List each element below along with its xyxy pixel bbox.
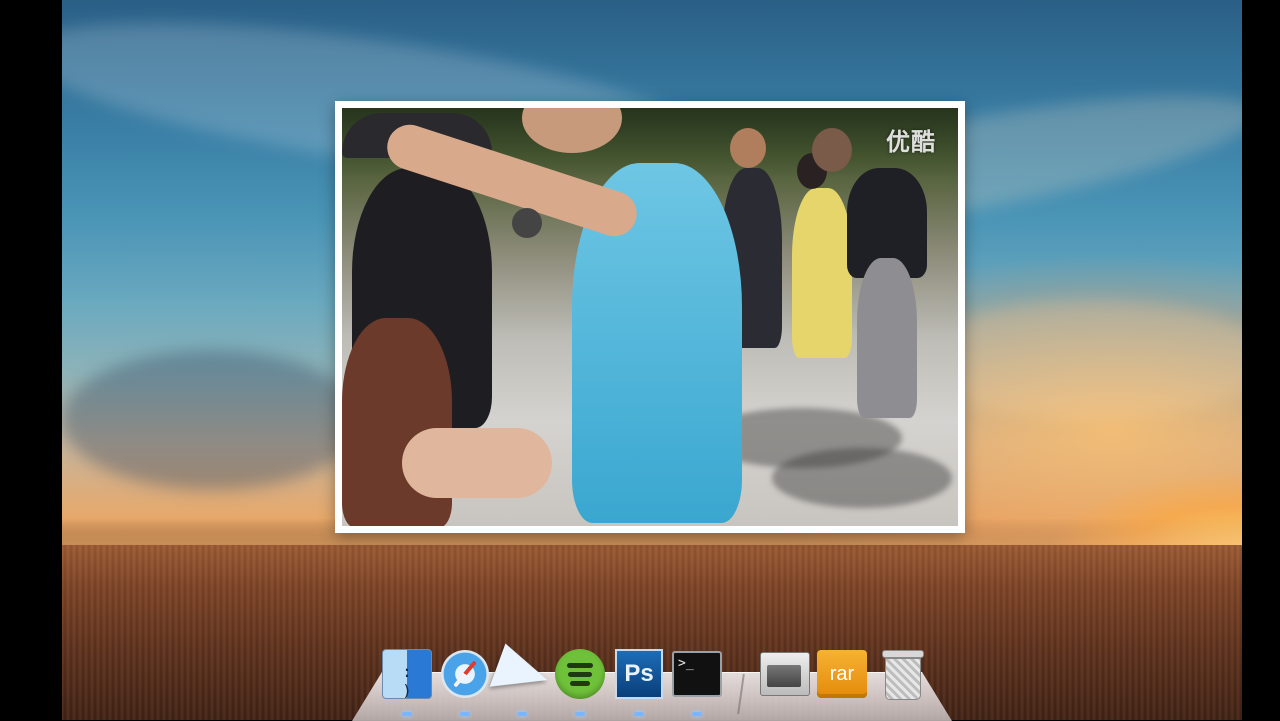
ground-shadow bbox=[772, 448, 952, 508]
dock-item-image-capture[interactable] bbox=[760, 648, 810, 700]
running-indicator bbox=[460, 712, 470, 716]
dock-item-safari[interactable] bbox=[440, 648, 490, 700]
dock-item-finder[interactable]: : ) bbox=[382, 648, 432, 700]
dock-item-photoshop[interactable]: Ps bbox=[614, 648, 664, 700]
paper-plane-icon bbox=[489, 643, 555, 705]
scanner-tray-icon bbox=[760, 652, 810, 696]
rar-icon: rar bbox=[817, 650, 867, 698]
dock-item-spotify[interactable] bbox=[555, 648, 605, 700]
video-watermark: 优酷 bbox=[886, 129, 936, 156]
wristwatch bbox=[512, 208, 542, 238]
bystander-head bbox=[812, 128, 852, 172]
running-indicator bbox=[575, 712, 585, 716]
running-indicator bbox=[634, 712, 644, 716]
running-indicator bbox=[517, 712, 527, 716]
foreground-hand bbox=[402, 428, 552, 498]
dock-item-archive[interactable]: rar bbox=[817, 648, 867, 700]
video-frame-photo: 优酷 bbox=[342, 108, 958, 526]
photoshop-icon: Ps bbox=[615, 649, 663, 699]
finder-icon: : ) bbox=[382, 649, 432, 699]
trash-icon bbox=[882, 648, 924, 700]
dock-item-terminal[interactable]: >_ bbox=[672, 648, 722, 700]
dock-item-mail[interactable] bbox=[489, 643, 555, 705]
cloud-band bbox=[62, 350, 362, 490]
dock-item-trash[interactable] bbox=[877, 648, 927, 700]
bystander-grey-pants bbox=[857, 258, 917, 418]
spotify-icon bbox=[555, 649, 605, 699]
terminal-icon: >_ bbox=[672, 651, 722, 697]
running-indicator bbox=[402, 712, 412, 716]
photo-frame[interactable]: 优酷 bbox=[335, 101, 965, 533]
bystander-head bbox=[730, 128, 766, 168]
safari-icon bbox=[441, 650, 489, 698]
running-indicator bbox=[692, 712, 702, 716]
bystander-yellow-dress bbox=[792, 188, 852, 358]
